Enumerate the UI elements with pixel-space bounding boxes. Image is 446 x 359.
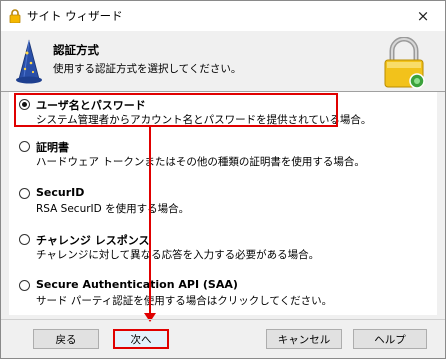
cancel-button[interactable]: キャンセル	[266, 329, 342, 349]
wizard-hat-icon	[16, 39, 42, 84]
option-label: SecurID	[36, 186, 85, 199]
option-description: RSA SecurID を使用する場合。	[36, 203, 190, 215]
help-button[interactable]: ヘルプ	[353, 329, 427, 349]
close-button[interactable]: ×	[401, 1, 445, 31]
wizard-header: 認証方式 使用する認証方式を選択してください。	[1, 31, 445, 92]
annotation-arrow-line	[149, 127, 151, 315]
next-button[interactable]: 次へ	[113, 329, 169, 349]
page-title: 認証方式	[53, 43, 99, 57]
option-label: Secure Authentication API (SAA)	[36, 278, 238, 291]
back-button[interactable]: 戻る	[33, 329, 99, 349]
lock-icon	[384, 37, 425, 89]
radio-securid[interactable]	[19, 188, 30, 199]
radio-saa[interactable]	[19, 280, 30, 291]
option-label: チャレンジ レスポンス	[36, 234, 150, 247]
option-description: チャレンジに対して異なる応答を入力する必要がある場合。	[36, 249, 320, 261]
padlock-icon	[9, 9, 21, 23]
option-description: ハードウェア トークンまたはその他の種類の証明書を使用する場合。	[36, 156, 365, 168]
site-wizard-window: サイト ウィザード × 認証方式 使用する認証方式を選択してください。 ユーザ名…	[0, 0, 446, 359]
footer-divider	[1, 319, 445, 320]
annotation-arrow-head	[144, 313, 156, 322]
highlight-box	[14, 93, 338, 127]
radio-certificate[interactable]	[19, 141, 30, 152]
option-label: 証明書	[36, 141, 69, 154]
page-description: 使用する認証方式を選択してください。	[53, 63, 242, 75]
option-description: サード パーティ認証を使用する場合はクリックしてください。	[36, 295, 333, 307]
window-title: サイト ウィザード	[27, 9, 123, 23]
close-icon: ×	[416, 7, 430, 25]
radio-challenge-response[interactable]	[19, 234, 30, 245]
title-bar: サイト ウィザード ×	[1, 1, 445, 31]
